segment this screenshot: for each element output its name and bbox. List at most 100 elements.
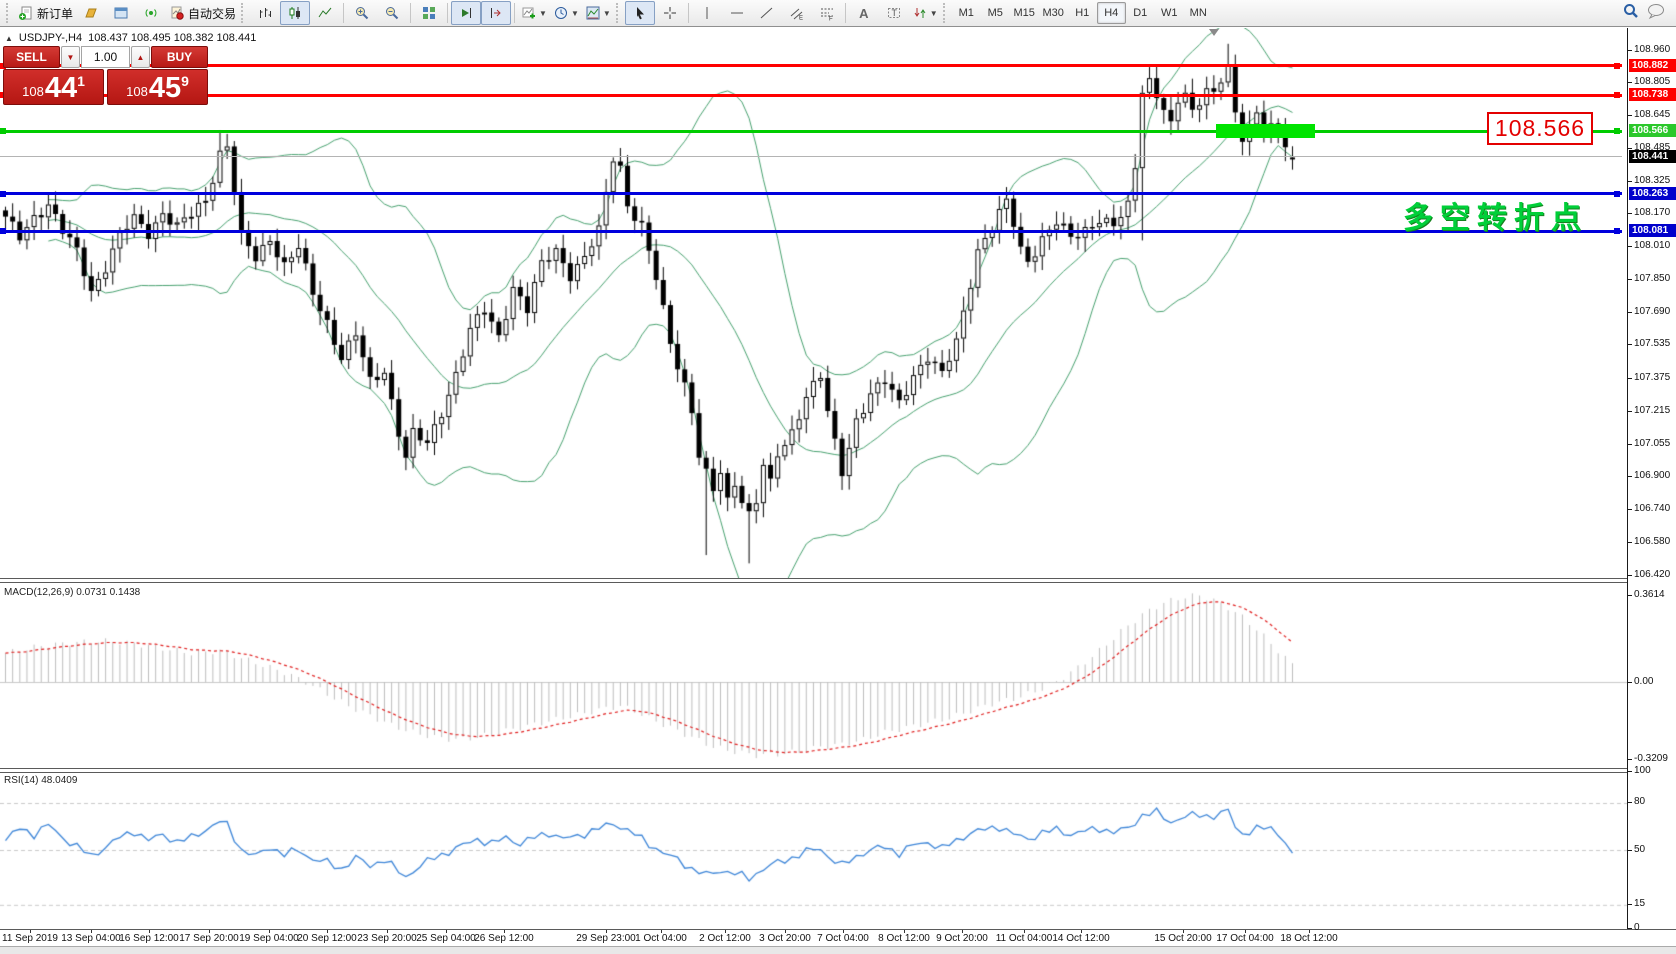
horizontal-level-line-108566[interactable] (0, 130, 1622, 133)
zoom-in-button[interactable] (347, 1, 377, 25)
fibonacci-button[interactable]: F (812, 1, 842, 25)
buy-price-box[interactable]: 108 45 9 (107, 69, 208, 105)
search-icon[interactable] (1622, 2, 1640, 25)
macd-axis-tick (1628, 595, 1632, 596)
level-price-callout[interactable]: 108.566 (1487, 112, 1593, 145)
timeframe-button-m30[interactable]: M30 (1039, 2, 1068, 24)
toolbar-grip[interactable] (616, 3, 621, 23)
toolbar-separator (688, 3, 689, 23)
timeframe-button-mn[interactable]: MN (1184, 2, 1213, 24)
horizontal-level-line-108738[interactable] (0, 94, 1622, 97)
level-left-marker[interactable] (0, 128, 6, 134)
pane-separator[interactable] (0, 772, 1676, 773)
price-axis[interactable]: 108.960108.805108.645108.485108.325108.1… (1627, 28, 1676, 929)
cn-annotation-text[interactable]: 多空转折点 (1403, 193, 1588, 237)
tile-windows-button[interactable] (414, 1, 444, 25)
new-order-button[interactable]: 新订单 (15, 1, 76, 25)
periods-menu-button[interactable]: ▼ (550, 1, 582, 25)
timeframe-group: M1M5M15M30H1H4D1W1MN (952, 2, 1213, 24)
chat-icon[interactable] (1646, 2, 1666, 25)
autotrading-label: 自动交易 (188, 5, 236, 22)
sell-price-box[interactable]: 108 44 1 (3, 69, 104, 105)
chart-shift-button[interactable] (481, 1, 511, 25)
time-axis-label: 26 Sep 12:00 (474, 933, 534, 944)
signals-button[interactable] (136, 1, 166, 25)
text-label-button[interactable]: T (879, 1, 909, 25)
toolbar-grip[interactable] (6, 3, 11, 23)
time-axis-label: 7 Oct 04:00 (817, 933, 869, 944)
level-right-marker[interactable] (1614, 63, 1620, 69)
horizontal-level-line-108081[interactable] (0, 230, 1622, 233)
level-right-marker[interactable] (1614, 228, 1620, 234)
vertical-line-button[interactable] (692, 1, 722, 25)
horizontal-line-button[interactable] (722, 1, 752, 25)
new-order-label: 新订单 (37, 5, 73, 22)
trendline-button[interactable] (752, 1, 782, 25)
text-button[interactable]: A (849, 1, 879, 25)
line-chart-button[interactable] (310, 1, 340, 25)
text-icon: A (859, 6, 868, 21)
level-right-marker[interactable] (1614, 191, 1620, 197)
main-chart-canvas[interactable] (0, 28, 1627, 578)
auto-scroll-button[interactable] (451, 1, 481, 25)
autotrading-icon (169, 5, 185, 21)
macd-panel-canvas[interactable] (0, 583, 1627, 768)
zoom-in-icon (354, 5, 370, 21)
toolbar-grip[interactable] (943, 3, 948, 23)
one-click-trading-panel: SELL ▼ ▲ BUY 108 44 1 108 45 9 (3, 46, 208, 105)
timeframe-button-h4[interactable]: H4 (1097, 2, 1126, 24)
timeframe-button-h1[interactable]: H1 (1068, 2, 1097, 24)
timeframe-button-m1[interactable]: M1 (952, 2, 981, 24)
arrows-menu-button[interactable]: ▼ (909, 1, 941, 25)
horizontal-level-line-108882[interactable] (0, 64, 1622, 67)
time-axis[interactable]: 11 Sep 201913 Sep 04:0016 Sep 12:0017 Se… (0, 930, 1627, 946)
level-left-marker[interactable] (0, 191, 6, 197)
metaeditor-button[interactable] (76, 1, 106, 25)
rsi-panel-canvas[interactable] (0, 773, 1627, 929)
sell-button[interactable]: SELL (3, 46, 60, 68)
volume-decrease-button[interactable]: ▼ (61, 46, 80, 68)
highlight-zone[interactable] (1216, 124, 1315, 138)
price-axis-tick (1628, 344, 1632, 345)
templates-menu-button[interactable]: ▼ (582, 1, 614, 25)
price-axis-tick (1628, 82, 1632, 83)
equidistant-channel-button[interactable]: E (782, 1, 812, 25)
candlestick-chart-button[interactable] (280, 1, 310, 25)
arrows-icon (912, 5, 928, 21)
level-right-marker[interactable] (1614, 128, 1620, 134)
cursor-button[interactable] (625, 1, 655, 25)
price-badge: 108.882 (1629, 59, 1676, 72)
timeframe-button-d1[interactable]: D1 (1126, 2, 1155, 24)
bar-chart-button[interactable] (250, 1, 280, 25)
pane-separator[interactable] (0, 582, 1676, 583)
level-left-marker[interactable] (0, 228, 6, 234)
level-right-marker[interactable] (1614, 92, 1620, 98)
volume-input[interactable] (81, 46, 130, 68)
crosshair-button[interactable] (655, 1, 685, 25)
chart-ohlc-values: 108.437 108.495 108.382 108.441 (88, 32, 256, 44)
buy-button[interactable]: BUY (151, 46, 208, 68)
price-axis-tick (1628, 378, 1632, 379)
templates-icon (585, 5, 601, 21)
timeframe-button-m5[interactable]: M5 (981, 2, 1010, 24)
pane-separator[interactable] (0, 768, 1676, 769)
toolbar-grip[interactable] (241, 3, 246, 23)
autotrading-button[interactable]: 自动交易 (166, 1, 239, 25)
volume-increase-button[interactable]: ▲ (131, 46, 150, 68)
zoom-out-button[interactable] (377, 1, 407, 25)
horizontal-level-line-108441[interactable] (0, 156, 1622, 157)
terminal-button[interactable] (106, 1, 136, 25)
indicators-menu-button[interactable]: ▼ (518, 1, 550, 25)
time-axis-label: 1 Oct 04:00 (635, 933, 687, 944)
horizontal-level-line-108263[interactable] (0, 192, 1622, 195)
timeframe-button-m15[interactable]: M15 (1010, 2, 1039, 24)
timeframe-button-w1[interactable]: W1 (1155, 2, 1184, 24)
tile-windows-icon (421, 5, 437, 21)
collapse-icon[interactable]: ▲ (5, 34, 13, 43)
rsi-axis-label: 50 (1634, 844, 1645, 855)
price-axis-label: 106.900 (1634, 470, 1670, 481)
pane-separator[interactable] (0, 578, 1676, 579)
chart-shift-marker[interactable] (1209, 29, 1219, 36)
vertical-line-icon (699, 5, 715, 21)
buy-price-pips: 45 (149, 74, 181, 102)
